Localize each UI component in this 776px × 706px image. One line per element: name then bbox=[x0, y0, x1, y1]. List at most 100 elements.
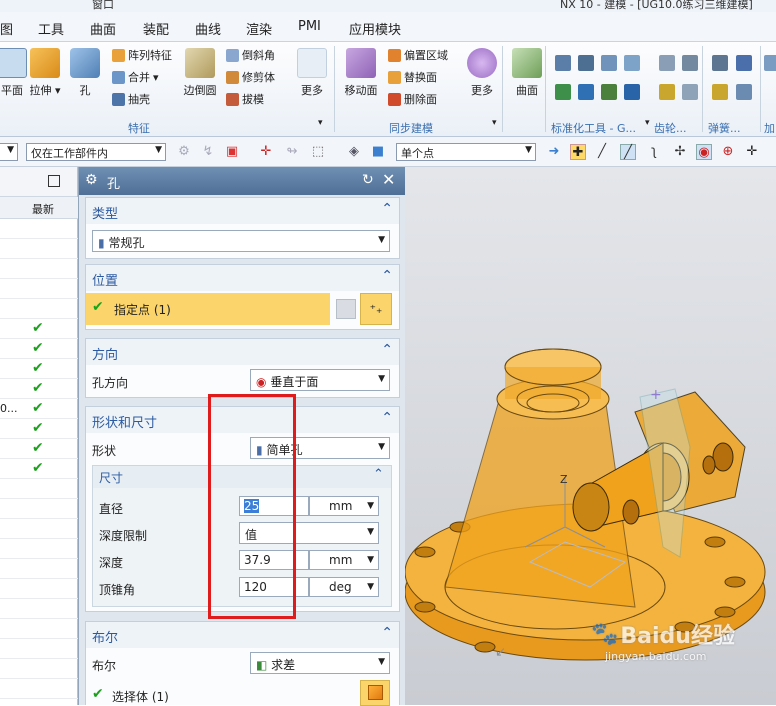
list-item[interactable] bbox=[0, 619, 78, 639]
list-item[interactable] bbox=[0, 279, 78, 299]
hole-direction-dropdown[interactable]: ◉ 垂直于面 ▼ bbox=[250, 369, 390, 391]
list-item[interactable]: ✔ bbox=[0, 359, 78, 379]
list-item[interactable] bbox=[0, 239, 78, 259]
diameter-unit-dropdown[interactable]: mm ▼ bbox=[309, 496, 379, 516]
unite-button[interactable]: 合并 ▾ bbox=[112, 69, 159, 85]
snap-point-icon[interactable]: ✛ bbox=[258, 144, 274, 160]
replace-face-button[interactable]: 替换面 bbox=[388, 69, 437, 85]
list-item[interactable]: ✔ bbox=[0, 319, 78, 339]
surface-button[interactable]: 曲面 bbox=[507, 48, 547, 98]
std-tool-5-icon[interactable] bbox=[555, 84, 571, 100]
feature-group-expand-icon[interactable]: ▾ bbox=[318, 118, 323, 128]
sync-more-button[interactable]: 更多 bbox=[462, 48, 502, 98]
shell-button[interactable]: 抽壳 bbox=[112, 91, 150, 107]
chamfer-button[interactable]: 倒斜角 bbox=[226, 47, 275, 63]
chevron-up-icon[interactable]: ⌃ bbox=[381, 268, 393, 284]
snap-quadrant-icon[interactable]: ⊕ bbox=[720, 144, 736, 160]
menu-tools[interactable]: 工具 bbox=[38, 19, 64, 38]
tip-angle-unit-dropdown[interactable]: deg ▼ bbox=[309, 577, 379, 597]
menu-applications[interactable]: 应用模块 bbox=[349, 19, 401, 38]
list-item[interactable]: 0... ✔ bbox=[0, 399, 78, 419]
std-tool-7-icon[interactable] bbox=[601, 84, 617, 100]
list-item[interactable]: ✔ bbox=[0, 339, 78, 359]
list-item[interactable] bbox=[0, 219, 78, 239]
menu-pmi[interactable]: PMI bbox=[298, 19, 321, 34]
list-item[interactable] bbox=[0, 299, 78, 319]
chevron-up-icon[interactable]: ⌃ bbox=[381, 410, 393, 426]
menu-curve[interactable]: 曲线 bbox=[195, 19, 221, 38]
list-item[interactable] bbox=[0, 559, 78, 579]
chevron-up-icon[interactable]: ⌃ bbox=[381, 201, 393, 217]
menu-view[interactable]: 图 bbox=[0, 19, 13, 38]
list-item[interactable]: ✔ bbox=[0, 379, 78, 399]
draft-button[interactable]: 拔模 bbox=[226, 91, 264, 107]
select-pin-icon[interactable]: ↯ bbox=[200, 144, 216, 160]
snap-all-icon[interactable]: ✚ bbox=[570, 144, 586, 160]
addon-tool-icon[interactable] bbox=[764, 55, 776, 71]
list-item[interactable]: ✔ bbox=[0, 459, 78, 479]
snap-intersection-icon[interactable]: ✢ bbox=[672, 144, 688, 160]
menu-assembly[interactable]: 装配 bbox=[143, 19, 169, 38]
list-item[interactable] bbox=[0, 539, 78, 559]
snap-center-icon[interactable]: ◉ bbox=[696, 144, 712, 160]
close-icon[interactable]: ✕ bbox=[382, 170, 395, 189]
gear-tool-4-icon[interactable] bbox=[682, 84, 698, 100]
std-tool-3-icon[interactable] bbox=[601, 55, 617, 71]
column-latest[interactable]: 最新 bbox=[32, 201, 54, 217]
select-face-icon[interactable]: ◈ bbox=[346, 144, 362, 160]
snap-point-combo[interactable]: 单个点 ▼ bbox=[396, 143, 536, 161]
menu-surface[interactable]: 曲面 bbox=[90, 19, 116, 38]
arrow-right-icon[interactable]: ➜ bbox=[546, 144, 562, 160]
box-select-icon[interactable]: ⬚ bbox=[310, 144, 326, 160]
gear-tool-1-icon[interactable] bbox=[659, 55, 675, 71]
list-item[interactable] bbox=[0, 479, 78, 499]
pattern-feature-button[interactable]: 阵列特征 bbox=[112, 47, 172, 63]
hole-type-dropdown[interactable]: ▮ 常规孔 ▼ bbox=[92, 230, 390, 252]
std-tool-2-icon[interactable] bbox=[578, 55, 594, 71]
list-item[interactable] bbox=[0, 579, 78, 599]
point-dialog-icon[interactable]: ⁺₊ bbox=[360, 293, 392, 325]
specify-point-row[interactable]: ✔ 指定点 (1) bbox=[86, 293, 330, 325]
std-tool-6-icon[interactable] bbox=[578, 84, 594, 100]
edge-blend-button[interactable]: 边倒圆 bbox=[180, 48, 220, 98]
chevron-up-icon[interactable]: ⌃ bbox=[381, 625, 393, 641]
snap-endpoint-icon[interactable]: ╱ bbox=[594, 144, 610, 160]
gear-tool-2-icon[interactable] bbox=[682, 55, 698, 71]
select-feature-icon[interactable]: ⚙ bbox=[176, 144, 192, 160]
list-item[interactable]: ✔ bbox=[0, 419, 78, 439]
chevron-up-icon[interactable]: ⌃ bbox=[373, 467, 384, 482]
std-tool-1-icon[interactable] bbox=[555, 55, 571, 71]
section-header[interactable]: 位置 ⌃ bbox=[86, 265, 399, 291]
list-item[interactable] bbox=[0, 259, 78, 279]
extrude-button[interactable]: 拉伸 ▾ bbox=[25, 48, 65, 98]
snap-grid-icon[interactable]: ▣ bbox=[224, 144, 240, 160]
menu-render[interactable]: 渲染 bbox=[246, 19, 272, 38]
std-tools-expand-icon[interactable]: ▾ bbox=[645, 118, 650, 128]
section-header[interactable]: 类型 ⌃ bbox=[86, 198, 399, 224]
offset-region-button[interactable]: 偏置区域 bbox=[388, 47, 448, 63]
sync-group-expand-icon[interactable]: ▾ bbox=[492, 118, 497, 128]
list-item[interactable] bbox=[0, 599, 78, 619]
spring-tool-4-icon[interactable] bbox=[736, 84, 752, 100]
list-item[interactable] bbox=[0, 499, 78, 519]
select-body-icon[interactable]: ■ bbox=[370, 144, 386, 160]
gear-icon[interactable]: ⚙ bbox=[85, 172, 98, 188]
snap-midpoint-icon[interactable]: ╱ bbox=[620, 144, 636, 160]
chevron-up-icon[interactable]: ⌃ bbox=[381, 342, 393, 358]
list-item[interactable] bbox=[0, 679, 78, 699]
std-tool-4-icon[interactable] bbox=[624, 55, 640, 71]
section-header[interactable]: 方向 ⌃ bbox=[86, 339, 399, 365]
section-header[interactable]: 布尔 ⌃ bbox=[86, 622, 399, 648]
std-tool-8-icon[interactable] bbox=[624, 84, 640, 100]
list-item[interactable]: ✔ bbox=[0, 439, 78, 459]
snap-curve-icon[interactable]: ʅ bbox=[646, 144, 662, 160]
filter-combo[interactable]: ▼ bbox=[0, 143, 18, 161]
spring-tool-2-icon[interactable] bbox=[736, 55, 752, 71]
trim-body-button[interactable]: 修剪体 bbox=[226, 69, 275, 85]
list-item[interactable] bbox=[0, 659, 78, 679]
spring-tool-1-icon[interactable] bbox=[712, 55, 728, 71]
select-body-icon[interactable] bbox=[360, 680, 390, 706]
depth-unit-dropdown[interactable]: mm ▼ bbox=[309, 550, 379, 570]
delete-face-button[interactable]: 删除面 bbox=[388, 91, 437, 107]
list-item[interactable] bbox=[0, 639, 78, 659]
